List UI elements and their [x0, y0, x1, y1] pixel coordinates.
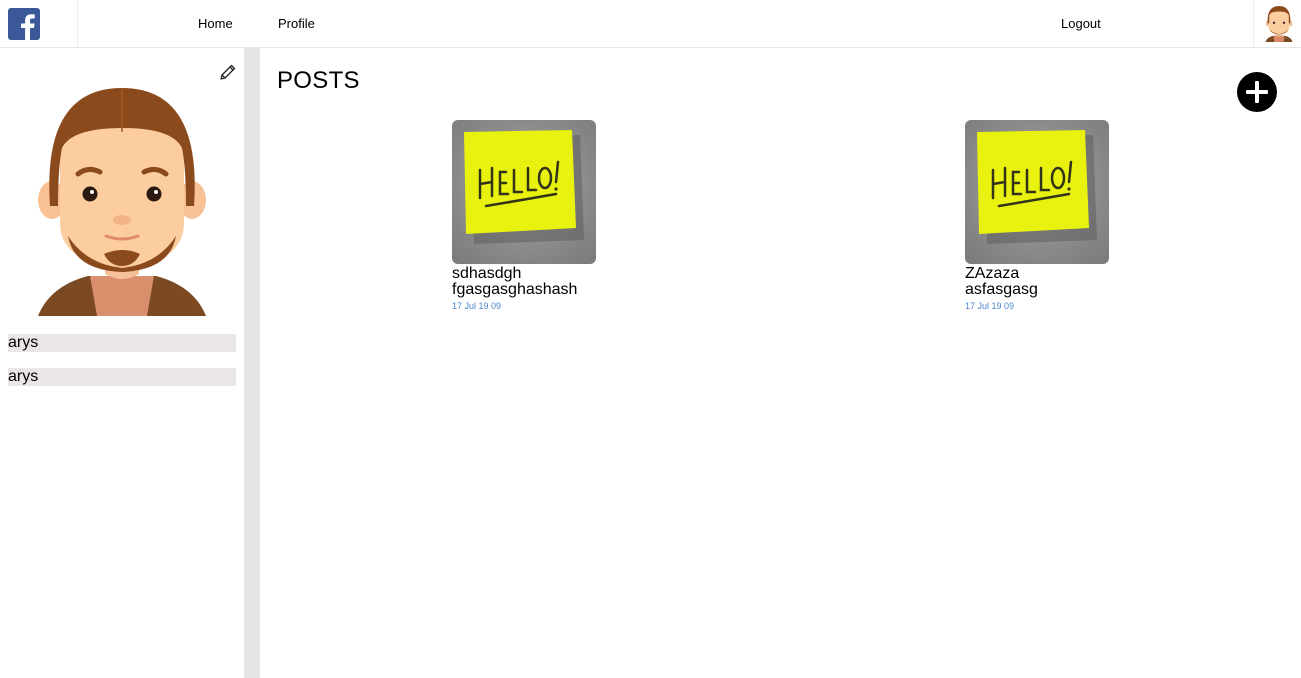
post-body: asfasgasg — [965, 281, 1038, 298]
post-body: fgasgasghashash — [452, 281, 578, 298]
profile-field-username[interactable]: arys — [8, 368, 236, 386]
nav-home-link[interactable]: Home — [198, 16, 233, 31]
post-thumbnail-image[interactable] — [452, 120, 596, 264]
user-avatar-icon[interactable] — [1264, 6, 1294, 42]
post-thumbnail-image[interactable] — [965, 120, 1109, 264]
post-date: 17 Jul 19 09 — [965, 301, 1015, 311]
post-title: ZAzaza — [965, 265, 1020, 282]
page-title: POSTS — [277, 67, 360, 94]
facebook-logo-icon[interactable] — [8, 8, 40, 40]
nav-profile-link[interactable]: Profile — [278, 16, 315, 31]
profile-avatar-image — [38, 88, 206, 316]
post-card[interactable]: ZAzaza asfasgasg 17 Jul 19 09 — [965, 120, 1125, 311]
pencil-icon[interactable] — [219, 63, 237, 81]
main-content: POSTS sdhasdgh fgasgasghashash 17 Jul 19… — [260, 48, 1301, 678]
nav-logout-link[interactable]: Logout — [1061, 16, 1101, 31]
top-navbar: Home Profile Logout — [0, 0, 1301, 48]
user-avatar-cell[interactable] — [1253, 0, 1301, 47]
post-date: 17 Jul 19 09 — [452, 301, 502, 311]
profile-field-name[interactable]: arys — [8, 334, 236, 352]
profile-sidebar: arys arys — [0, 48, 244, 678]
post-card[interactable]: sdhasdgh fgasgasghashash 17 Jul 19 09 — [452, 120, 612, 311]
add-post-button[interactable] — [1237, 72, 1277, 112]
post-title: sdhasdgh — [452, 265, 522, 282]
logo-cell — [0, 0, 78, 47]
sidebar-divider — [244, 48, 260, 678]
